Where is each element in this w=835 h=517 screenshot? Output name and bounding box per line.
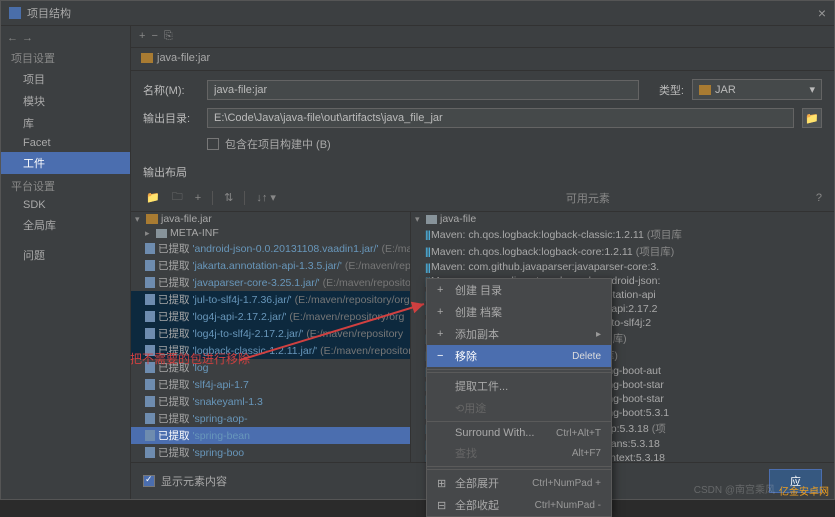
remove-icon[interactable]: − (151, 30, 157, 43)
tree-item[interactable]: 已提取 'spring-aop- (131, 410, 410, 427)
output-tree[interactable]: ▾ java-file.jar ▸ META-INF 已提取 'android-… (131, 212, 411, 462)
watermark: CSDN @南宫乘风 (694, 481, 775, 496)
tree-root[interactable]: ▾ java-file (411, 212, 834, 226)
tree-item[interactable]: Maven: ch.qos.logback:logback-classic:1.… (411, 226, 834, 243)
menu-item[interactable]: +创建 档案 (427, 301, 611, 323)
title-text: 项目结构 (27, 5, 71, 21)
menu-item[interactable]: +添加副本▸ (427, 323, 611, 345)
menu-item[interactable]: Surround With...Ctrl+Alt+T (427, 424, 611, 442)
sidebar: ← → 项目设置 项目 模块 库 Facet 工件 平台设置 SDK 全局库 问… (1, 26, 131, 499)
tree-item[interactable]: 已提取 'snakeyaml-1.3 (131, 393, 410, 410)
type-label: 类型: (659, 82, 684, 98)
sidebar-item-sdk[interactable]: SDK (1, 196, 130, 214)
menu-item[interactable]: +创建 目录 (427, 279, 611, 301)
add-copy-icon[interactable]: + (192, 190, 204, 206)
tree-item[interactable]: 已提取 'spring-bean (131, 427, 410, 444)
show-content-label: 显示元素内容 (161, 473, 227, 489)
new-folder-icon[interactable]: 📁 (143, 189, 163, 206)
copy-icon[interactable]: ⎘ (164, 30, 173, 43)
browse-button[interactable]: 📁 (802, 108, 822, 128)
fwd-icon[interactable]: → (22, 32, 33, 44)
tree-item[interactable]: 已提取 'android-json-0.0.20131108.vaadin1.j… (131, 240, 410, 257)
tree-item[interactable]: Maven: ch.qos.logback:logback-core:1.2.1… (411, 243, 834, 260)
menu-item[interactable]: −移除Delete (427, 345, 611, 367)
app-icon (9, 7, 21, 19)
sidebar-item-problems[interactable]: 问题 (1, 244, 130, 266)
menu-item[interactable]: ⊟全部收起Ctrl+NumPad - (427, 494, 611, 516)
name-input[interactable] (207, 80, 639, 100)
include-checkbox[interactable] (207, 138, 219, 150)
tree-item[interactable]: Maven: com.github.javaparser:javaparser-… (411, 260, 834, 274)
tree-folder[interactable]: ▸ META-INF (131, 226, 410, 240)
sidebar-item-artifacts[interactable]: 工件 (1, 152, 130, 174)
sidebar-item-facet[interactable]: Facet (1, 134, 130, 152)
sort-icon[interactable]: ↓↑ ▾ (253, 189, 279, 206)
name-label: 名称(M): (143, 82, 199, 98)
artifact-toolbar: + − ⎘ (131, 26, 834, 48)
sidebar-item-modules[interactable]: 模块 (1, 90, 130, 112)
sidebar-item-libs[interactable]: 库 (1, 112, 130, 134)
menu-item[interactable]: ⊞全部展开Ctrl+NumPad + (427, 472, 611, 494)
outdir-label: 输出目录: (143, 110, 199, 126)
menu-item[interactable]: 提取工件... (427, 375, 611, 397)
tree-item[interactable]: 已提取 'jakarta.annotation-api-1.3.5.jar/' … (131, 257, 410, 274)
tree-root[interactable]: ▾ java-file.jar (131, 212, 410, 226)
new-archive-icon[interactable]: 🗀 (169, 186, 186, 209)
annotation-text: 把不需要的包进行移除 (130, 350, 250, 367)
tree-item[interactable]: 已提取 'log4j-api-2.17.2.jar/' (E:/maven/re… (131, 308, 410, 325)
tree-item[interactable]: 已提取 'log4j-to-slf4j-2.17.2.jar/' (E:/mav… (131, 325, 410, 342)
move-icon[interactable]: ⇅ (221, 189, 236, 206)
include-label: 包含在项目构建中 (B) (225, 136, 331, 152)
tree-item[interactable]: 已提取 'slf4j-api-1.7 (131, 376, 410, 393)
section-platform: 平台设置 (1, 174, 130, 196)
tree-item[interactable]: 已提取 'spring-boo (131, 444, 410, 461)
context-menu: +创建 目录+创建 档案+添加副本▸−移除Delete 提取工件...⟲用途 Sur… (426, 278, 612, 517)
titlebar: 项目结构 × (1, 1, 834, 26)
logo-watermark: 亿金安卓网 (779, 483, 829, 498)
tree-item[interactable]: 已提取 'javaparser-core-3.25.1.jar/' (E:/ma… (131, 274, 410, 291)
jar-icon (141, 53, 153, 63)
layout-label: 输出布局 (131, 160, 834, 184)
add-icon[interactable]: + (139, 30, 145, 43)
tree-item[interactable]: 已提取 'jul-to-slf4j-1.7.36.jar/' (E:/maven… (131, 291, 410, 308)
sidebar-item-project[interactable]: 项目 (1, 68, 130, 90)
avail-label: 可用元素 (566, 190, 610, 206)
type-select[interactable]: JAR▾ (692, 79, 822, 100)
back-icon[interactable]: ← (7, 32, 18, 44)
breadcrumb: java-file:jar (131, 48, 834, 71)
sidebar-item-global[interactable]: 全局库 (1, 214, 130, 236)
section-project: 项目设置 (1, 46, 130, 68)
outdir-input[interactable] (207, 108, 794, 128)
help-icon[interactable]: ? (816, 192, 822, 204)
close-icon[interactable]: × (818, 5, 826, 21)
show-content-checkbox[interactable] (143, 475, 155, 487)
menu-item: ⟲用途 (427, 397, 611, 419)
menu-item: 查找Alt+F7 (427, 442, 611, 464)
